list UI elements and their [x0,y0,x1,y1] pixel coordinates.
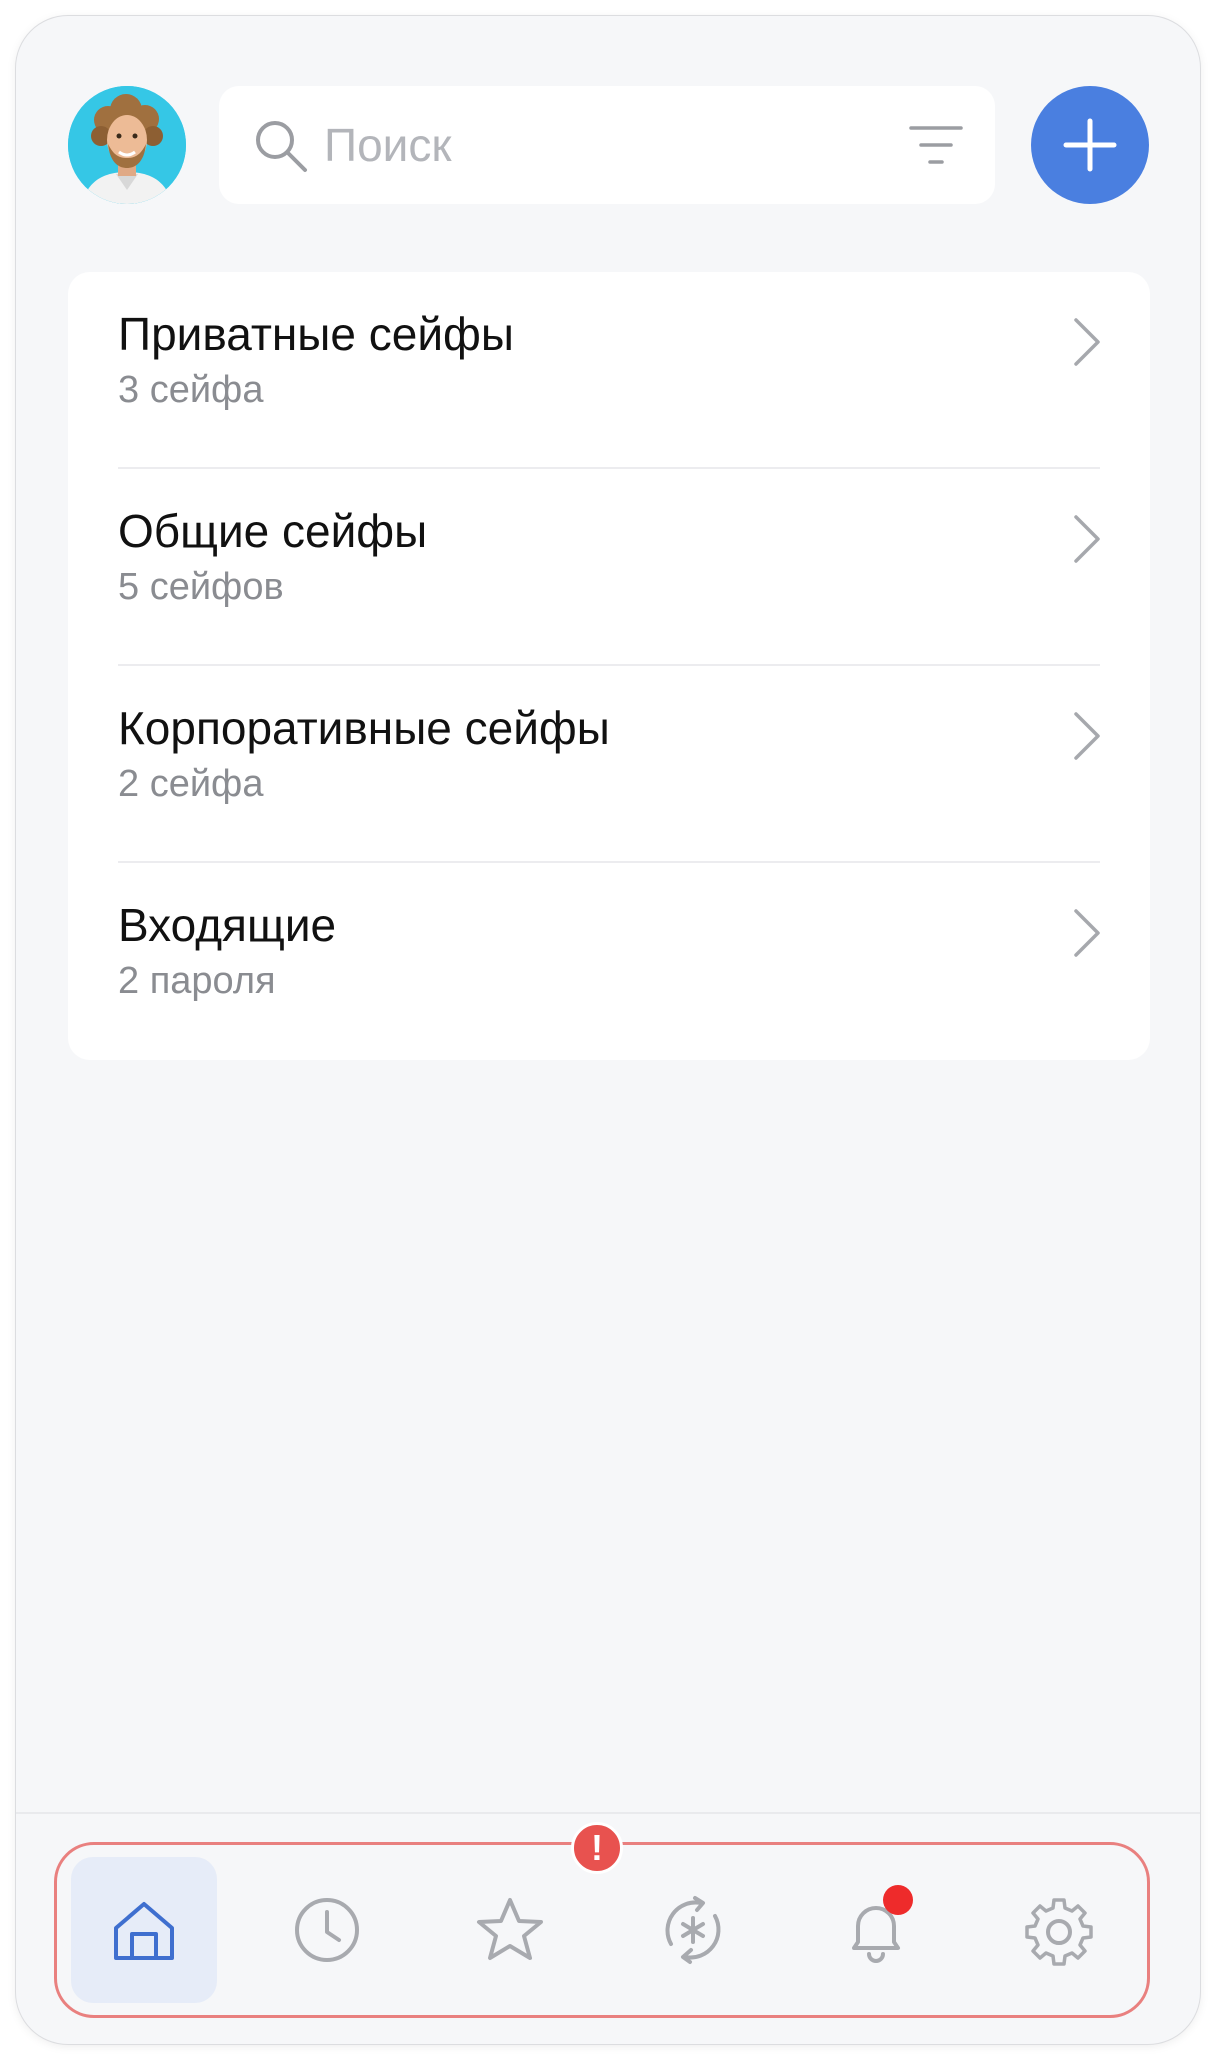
nav-history[interactable] [254,1857,400,2003]
vault-section-private[interactable]: Приватные сейфы 3 сейфа [68,272,1150,469]
vault-list: Приватные сейфы 3 сейфа Общие сейфы 5 се… [68,272,1150,1060]
avatar[interactable] [68,86,186,204]
add-button[interactable] [1031,86,1149,204]
nav-home[interactable] [71,1857,217,2003]
vault-section-inbox[interactable]: Входящие 2 пароля [68,863,1150,1060]
vault-section-title: Корпоративные сейфы [118,702,610,754]
home-icon [114,1902,174,1960]
vault-section-count: 3 сейфа [118,369,264,411]
chevron-right-icon [1074,515,1100,563]
chevron-right-icon [1074,318,1100,366]
top-bar [16,16,1200,216]
warning-badge: ! [571,1822,623,1874]
search-icon [256,121,307,172]
nav-favorites[interactable] [437,1857,583,2003]
vault-section-shared[interactable]: Общие сейфы 5 сейфов [68,469,1150,666]
chevron-right-icon [1074,909,1100,957]
vault-section-title: Приватные сейфы [118,308,514,360]
vault-section-title: Общие сейфы [118,505,428,557]
password-sync-icon [665,1896,721,1964]
vault-section-count: 2 пароля [118,960,276,1002]
filter-icon[interactable] [909,122,963,168]
nav-settings[interactable] [986,1857,1132,2003]
vault-section-title: Входящие [118,899,337,951]
chevron-right-icon [1074,712,1100,760]
vault-section-count: 5 сейфов [118,566,284,608]
avatar-portrait-icon [68,86,186,204]
star-icon [477,1898,543,1960]
vault-section-corporate[interactable]: Корпоративные сейфы 2 сейфа [68,666,1150,863]
bottom-nav-divider [16,1812,1200,1814]
app-window: Приватные сейфы 3 сейфа Общие сейфы 5 се… [16,16,1200,2044]
nav-notifications[interactable] [803,1857,949,2003]
gear-icon [1025,1898,1093,1966]
search-bar [219,86,995,204]
nav-password-generator[interactable] [620,1857,766,2003]
search-input[interactable] [324,106,884,184]
vault-section-count: 2 сейфа [118,763,264,805]
plus-icon [1063,118,1117,172]
clock-icon [295,1898,359,1962]
notification-dot [883,1885,913,1915]
